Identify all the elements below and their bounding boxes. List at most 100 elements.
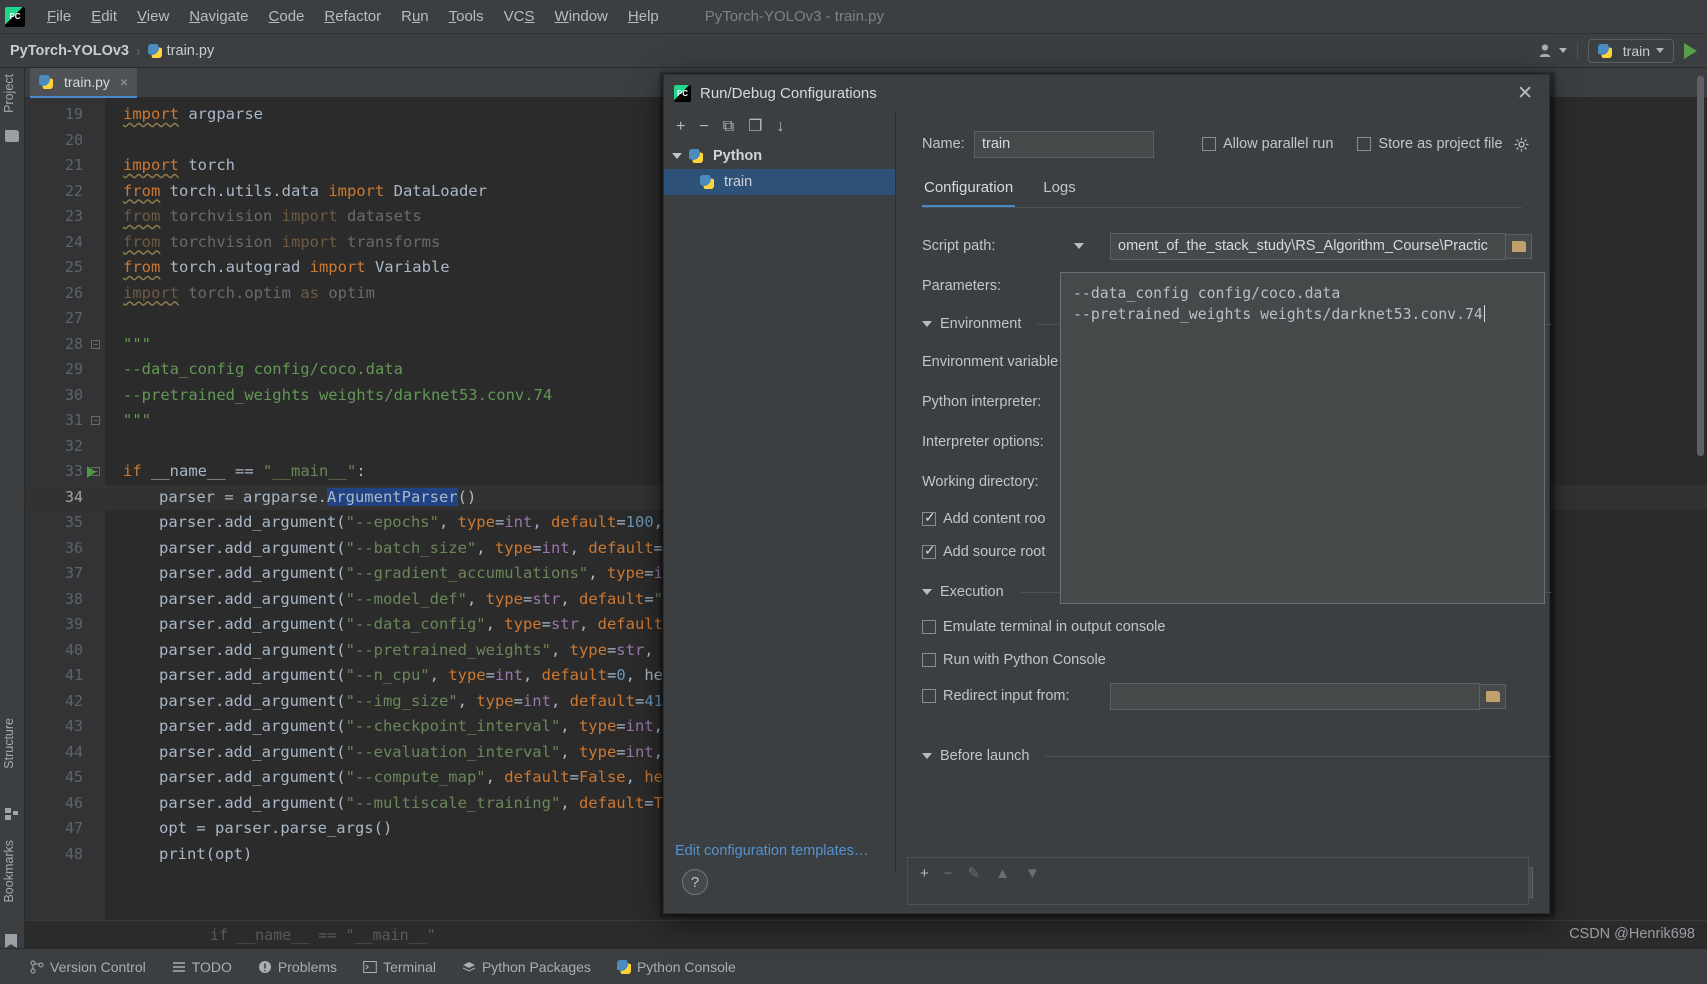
emulate-terminal-checkbox[interactable] [922, 619, 936, 634]
run-configuration-selector[interactable]: train [1587, 38, 1674, 63]
copy-configuration-button[interactable]: ⧉ [723, 119, 734, 135]
help-button[interactable]: ? [682, 869, 708, 895]
code-line[interactable]: parser.add_argument("--compute_map", def… [159, 765, 691, 791]
parameters-editor-text[interactable]: --data_config config/coco.data --pretrai… [1061, 273, 1544, 335]
user-account-icon[interactable] [1539, 43, 1567, 58]
code-line[interactable]: --data_config config/coco.data [123, 357, 403, 383]
allow-parallel-run-checkbox[interactable] [1202, 137, 1216, 151]
before-launch-move-up-button: ▲ [995, 864, 1010, 882]
dialog-scrollbar[interactable] [1697, 76, 1704, 456]
tree-item-train[interactable]: train [664, 169, 895, 195]
status-item-problems[interactable]: Problems [258, 959, 337, 975]
redirect-input-checkbox[interactable] [922, 689, 936, 703]
menu-tools[interactable]: Tools [439, 4, 494, 29]
code-line[interactable]: parser.add_argument("--pretrained_weight… [159, 638, 691, 664]
folder-icon[interactable] [5, 130, 19, 142]
code-line[interactable]: import argparse [123, 102, 263, 128]
add-configuration-button[interactable]: + [676, 119, 685, 135]
status-item-version-control[interactable]: Version Control [30, 959, 146, 975]
run-with-python-console-row[interactable]: Run with Python Console [896, 643, 1551, 676]
status-item-terminal[interactable]: Terminal [363, 959, 436, 975]
sidebar-item-bookmarks[interactable]: Bookmarks [2, 840, 16, 903]
code-line[interactable]: parser.add_argument("--img_size", type=i… [159, 689, 682, 715]
code-line[interactable]: """ [123, 408, 151, 434]
add-source-roots-checkbox[interactable] [922, 542, 936, 559]
close-icon[interactable]: ✕ [1511, 82, 1539, 105]
add-content-roots-checkbox[interactable] [922, 509, 936, 526]
code-line[interactable]: parser.add_argument("--gradient_accumula… [159, 561, 691, 587]
chevron-down-icon[interactable] [922, 321, 932, 327]
emulate-terminal-row[interactable]: Emulate terminal in output console [896, 610, 1551, 643]
sidebar-item-structure[interactable]: Structure [2, 718, 16, 769]
code-line[interactable]: parser.add_argument("--multiscale_traini… [159, 791, 691, 817]
chevron-down-icon[interactable] [1074, 243, 1084, 249]
editor-tab-train-py[interactable]: train.py × [30, 68, 138, 98]
code-line[interactable]: parser.add_argument("--model_def", type=… [159, 587, 691, 613]
code-line[interactable]: parser.add_argument("--evaluation_interv… [159, 740, 691, 766]
code-token: () [457, 487, 477, 506]
code-line[interactable]: from torch.autograd import Variable [123, 255, 450, 281]
menu-file[interactable]: File [37, 4, 81, 29]
store-as-project-file-checkbox[interactable] [1357, 137, 1372, 151]
menu-help[interactable]: Help [618, 4, 669, 29]
chevron-down-icon[interactable] [672, 153, 682, 159]
sort-configurations-button[interactable]: ↓ [776, 119, 784, 135]
code-line[interactable]: parser.add_argument("--checkpoint_interv… [159, 714, 691, 740]
breadcrumb-project[interactable]: PyTorch-YOLOv3 [10, 43, 129, 59]
menu-run[interactable]: Run [391, 4, 439, 29]
menu-view[interactable]: View [127, 4, 179, 29]
name-input[interactable] [974, 130, 1154, 158]
code-line[interactable]: opt = parser.parse_args() [159, 816, 392, 842]
tree-group-python[interactable]: Python [664, 143, 895, 169]
code-line[interactable]: print(opt) [159, 842, 252, 868]
breadcrumb-file[interactable]: train.py [147, 43, 214, 59]
before-launch-add-button[interactable]: + [920, 865, 929, 882]
code-line[interactable]: --pretrained_weights weights/darknet53.c… [123, 383, 552, 409]
status-item-python-packages[interactable]: Python Packages [462, 959, 591, 975]
browse-script-path-button[interactable] [1506, 233, 1532, 259]
structure-icon[interactable] [5, 808, 19, 820]
code-line[interactable]: """ [123, 332, 151, 358]
code-line[interactable]: parser.add_argument("--n_cpu", type=int,… [159, 663, 691, 689]
status-item-todo[interactable]: TODO [172, 959, 232, 975]
chevron-down-icon[interactable] [922, 753, 932, 759]
code-fold-toggle[interactable]: − [91, 339, 100, 349]
before-launch-section-header[interactable]: Before launch [896, 738, 1551, 774]
code-line[interactable]: parser = argparse.ArgumentParser() [159, 485, 476, 511]
menu-vcs[interactable]: VCS [494, 4, 545, 29]
store-as-project-file-row[interactable]: Store as project file [1357, 136, 1528, 152]
code-line[interactable]: parser.add_argument("--data_config", typ… [159, 612, 691, 638]
menu-navigate[interactable]: Navigate [179, 4, 258, 29]
run-with-python-console-checkbox[interactable] [922, 652, 936, 667]
code-fold-toggle[interactable]: − [91, 467, 100, 476]
remove-configuration-button[interactable]: − [699, 119, 708, 135]
save-configuration-button[interactable]: ❐ [748, 119, 762, 135]
code-line[interactable]: if __name__ == "__main__": [123, 459, 366, 485]
browse-redirect-input-button[interactable] [1480, 683, 1506, 709]
allow-parallel-run-row[interactable]: Allow parallel run [1202, 136, 1333, 152]
gear-icon[interactable] [1514, 137, 1529, 152]
code-line[interactable]: import torch [123, 153, 235, 179]
redirect-input-field[interactable] [1110, 682, 1480, 710]
menu-edit[interactable]: Edit [81, 4, 127, 29]
tab-configuration[interactable]: Configuration [922, 173, 1016, 207]
code-line[interactable]: from torchvision import datasets [123, 204, 422, 230]
script-path-input[interactable] [1110, 232, 1506, 260]
menu-refactor[interactable]: Refactor [314, 4, 391, 29]
chevron-down-icon[interactable] [922, 589, 932, 595]
parameters-expanded-editor[interactable]: --data_config config/coco.data --pretrai… [1060, 272, 1545, 604]
code-line[interactable]: parser.add_argument("--batch_size", type… [159, 536, 682, 562]
close-icon[interactable]: × [120, 74, 128, 90]
tab-logs[interactable]: Logs [1041, 173, 1078, 207]
code-line[interactable]: from torch.utils.data import DataLoader [123, 179, 487, 205]
code-line[interactable]: from torchvision import transforms [123, 230, 440, 256]
menu-code[interactable]: Code [259, 4, 315, 29]
code-line[interactable]: import torch.optim as optim [123, 281, 375, 307]
status-item-python-console[interactable]: Python Console [616, 959, 736, 975]
run-play-icon[interactable] [1684, 42, 1697, 59]
menu-window[interactable]: Window [545, 4, 618, 29]
sidebar-item-project[interactable]: Project [2, 74, 16, 113]
code-line[interactable]: parser.add_argument("--epochs", type=int… [159, 510, 691, 536]
bookmark-icon[interactable] [5, 934, 17, 948]
code-fold-toggle[interactable]: − [91, 416, 100, 425]
